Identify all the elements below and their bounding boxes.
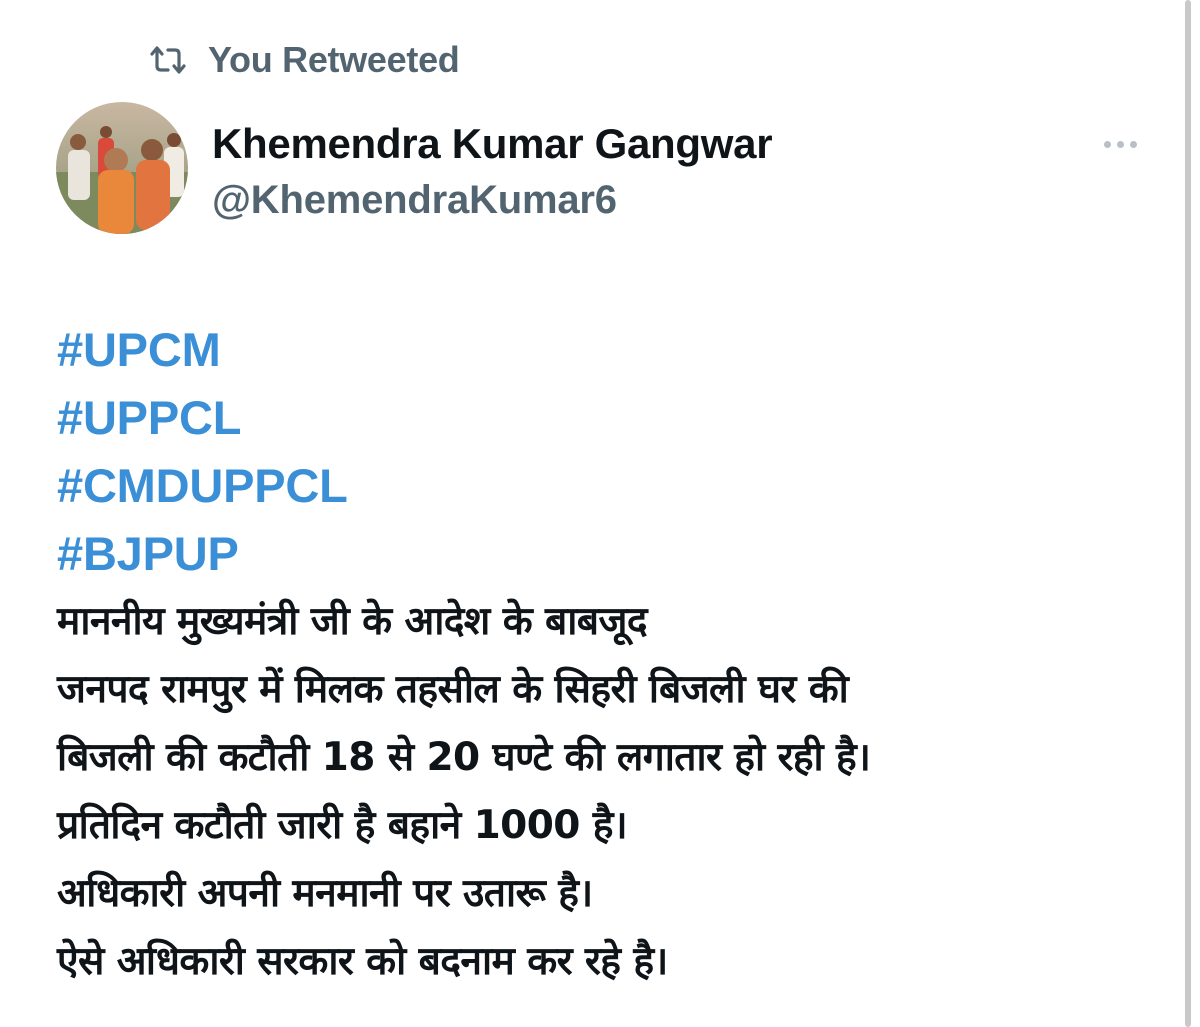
hashtag-link[interactable]: #UPPCL <box>57 384 1167 452</box>
author-handle[interactable]: @KhemendraKumar6 <box>212 178 617 223</box>
scrollbar[interactable] <box>1176 0 1200 1027</box>
more-options-button[interactable] <box>1096 132 1144 156</box>
more-options-icon <box>1103 140 1137 148</box>
tweet-line: ऐसे अधिकारी सरकार को बदनाम कर रहे है। <box>57 939 668 984</box>
tweet-line: जनपद रामपुर में मिलक तहसील के सिहरी बिजल… <box>57 667 849 712</box>
retweet-icon <box>148 42 188 78</box>
scrollbar-thumb[interactable] <box>1185 0 1191 1027</box>
hashtag-link[interactable]: #CMDUPPCL <box>57 452 1167 520</box>
avatar[interactable] <box>56 102 188 234</box>
retweet-label[interactable]: You Retweeted <box>208 39 460 81</box>
tweet-text: #UPCM #UPPCL #CMDUPPCL #BJPUP माननीय मुख… <box>57 316 1167 996</box>
tweet-line: प्रतिदिन कटौती जारी है बहाने 1000 है। <box>57 803 628 848</box>
tweet-line: बिजली की कटौती 18 से 20 घण्टे की लगातार … <box>57 735 871 780</box>
tweet-line: माननीय मुख्यमंत्री जी के आदेश के बाबजूद <box>57 599 648 644</box>
hashtag-link[interactable]: #BJPUP <box>57 520 1167 588</box>
profile-photo <box>56 102 188 234</box>
author-display-name[interactable]: Khemendra Kumar Gangwar <box>212 120 773 168</box>
hashtag-link[interactable]: #UPCM <box>57 316 1167 384</box>
tweet-line: अधिकारी अपनी मनमानी पर उतारू है। <box>57 871 593 916</box>
retweet-banner: You Retweeted <box>148 36 460 84</box>
